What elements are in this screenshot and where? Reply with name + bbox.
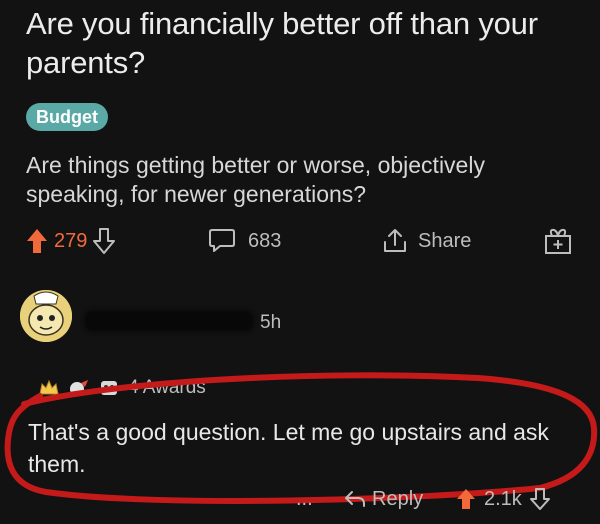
comment-actions: ... Reply 2.1k	[296, 484, 586, 514]
avatar[interactable]	[20, 290, 72, 342]
comment-text: That's a good question. Let me go upstai…	[28, 419, 549, 477]
comment-icon	[208, 228, 236, 254]
more-options-label: ...	[296, 487, 313, 510]
post: Are you financially better off than your…	[26, 4, 586, 209]
downvote-icon[interactable]	[529, 488, 550, 510]
share-button[interactable]: Share	[382, 224, 471, 258]
more-options-button[interactable]: ...	[296, 484, 313, 514]
comment-header: 5h	[20, 282, 580, 362]
reply-button[interactable]: Reply	[344, 484, 423, 514]
downvote-icon[interactable]	[93, 228, 116, 254]
award-icon	[98, 378, 120, 398]
award-icon	[38, 378, 60, 398]
comment-timestamp: 5h	[260, 312, 282, 333]
comment-score: 2.1k	[484, 487, 522, 510]
post-body: Are things getting better or worse, obje…	[26, 152, 485, 207]
post-title[interactable]: Are you financially better off than your…	[26, 4, 586, 82]
flair-badge[interactable]: Budget	[26, 103, 108, 131]
award-button[interactable]	[544, 224, 572, 258]
gift-icon	[544, 227, 572, 255]
share-label: Share	[418, 229, 472, 252]
award-icon	[68, 378, 90, 398]
awards-count: 4 Awards	[128, 377, 206, 398]
post-score: 279	[54, 229, 88, 252]
awards-row[interactable]: 4 Awards	[38, 374, 538, 402]
vote-group: 279	[26, 224, 116, 258]
comments-button[interactable]: 683	[208, 224, 281, 258]
upvote-icon[interactable]	[26, 228, 48, 254]
reply-label: Reply	[372, 487, 424, 510]
post-action-bar: 279 683 Share	[26, 224, 582, 258]
upvote-icon[interactable]	[456, 488, 476, 510]
share-icon	[382, 228, 408, 254]
username-redacted	[84, 310, 254, 332]
comment-count: 683	[248, 229, 282, 252]
comment-vote-group: 2.1k	[456, 484, 550, 514]
reply-icon	[344, 490, 366, 508]
